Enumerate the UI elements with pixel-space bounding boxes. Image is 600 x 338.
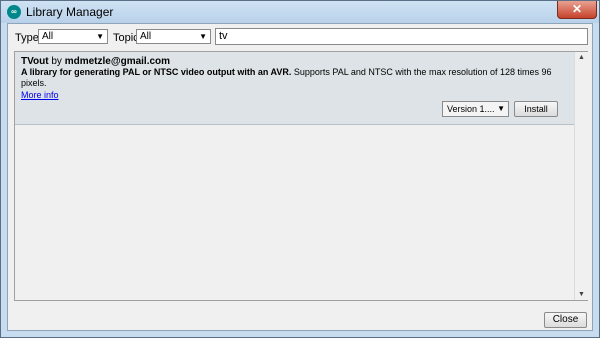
title-bar[interactable]: ∞ Library Manager ✕: [1, 1, 599, 23]
library-summary: A library for generating PAL or NTSC vid…: [21, 67, 292, 77]
install-button[interactable]: Install: [514, 101, 558, 117]
topic-select-value: All: [140, 31, 152, 42]
close-button[interactable]: Close: [544, 312, 587, 328]
library-manager-window: ∞ Library Manager ✕ Type All ▼ Topic All…: [0, 0, 600, 338]
library-author: mdmetzle@gmail.com: [64, 56, 171, 67]
chevron-down-icon: ▼: [96, 32, 104, 41]
chevron-down-icon: ▼: [497, 104, 505, 113]
dialog-content: Type All ▼ Topic All ▼ tv TVout by mdmet…: [7, 23, 593, 331]
window-title: Library Manager: [26, 5, 114, 19]
topic-label: Topic: [113, 32, 139, 44]
arduino-logo-icon: ∞: [7, 5, 21, 19]
type-select[interactable]: All ▼: [38, 29, 108, 44]
scroll-down-arrow-icon[interactable]: ▼: [575, 291, 588, 298]
more-info-link[interactable]: More info: [21, 90, 59, 100]
type-label: Type: [15, 32, 39, 44]
chevron-down-icon: ▼: [199, 32, 207, 41]
scroll-up-arrow-icon[interactable]: ▲: [575, 54, 588, 61]
library-name: TVout: [21, 56, 49, 67]
vertical-scrollbar[interactable]: ▲ ▼: [574, 52, 588, 300]
library-list: TVout by mdmetzle@gmail.com A library fo…: [14, 51, 588, 301]
search-input[interactable]: tv: [215, 28, 588, 45]
library-by: by: [51, 56, 62, 67]
library-header: TVout by mdmetzle@gmail.com: [21, 56, 170, 67]
library-entry[interactable]: TVout by mdmetzle@gmail.com A library fo…: [15, 52, 574, 125]
close-icon: ✕: [571, 2, 583, 16]
topic-select[interactable]: All ▼: [136, 29, 211, 44]
version-select-value: Version 1....: [447, 104, 495, 114]
library-description: A library for generating PAL or NTSC vid…: [21, 67, 567, 89]
window-close-button[interactable]: ✕: [557, 1, 597, 19]
version-select[interactable]: Version 1.... ▼: [442, 101, 509, 117]
type-select-value: All: [42, 31, 54, 42]
